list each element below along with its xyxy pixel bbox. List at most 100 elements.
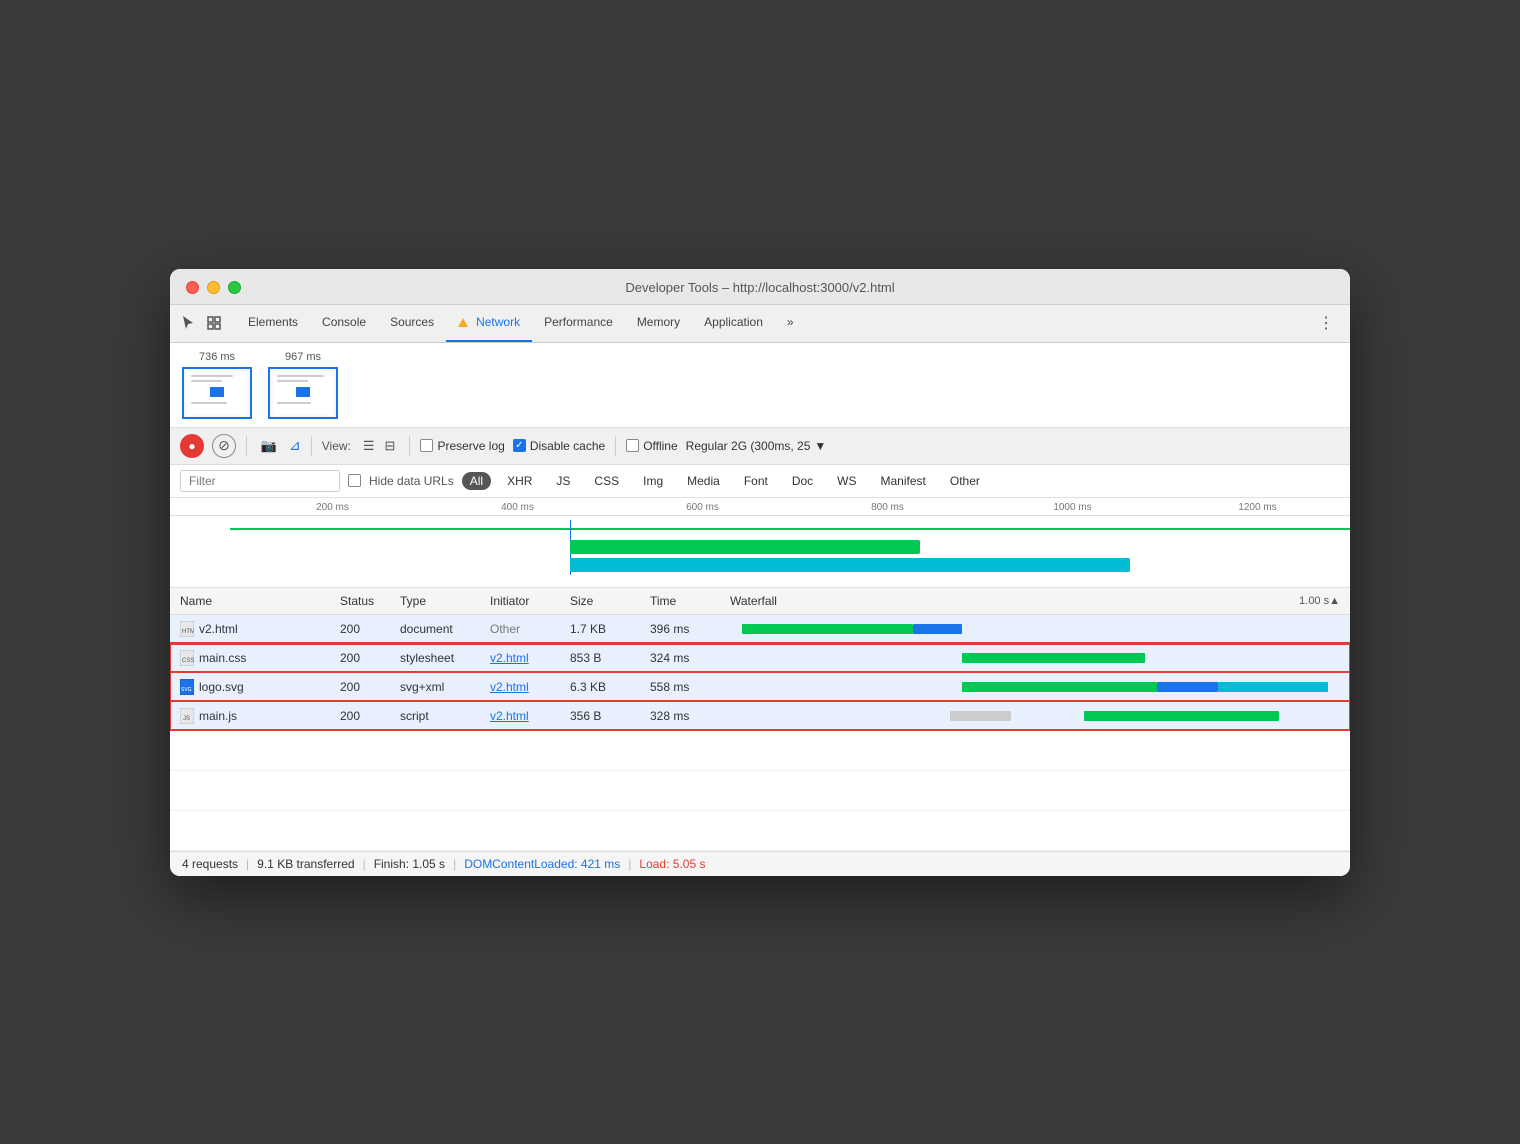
titlebar: Developer Tools – http://localhost:3000/…: [170, 269, 1350, 305]
filter-all-button[interactable]: All: [462, 472, 491, 490]
preserve-log-label[interactable]: Preserve log: [420, 439, 504, 453]
cell-status: 200: [330, 643, 390, 672]
cell-name: CSS main.css: [170, 643, 330, 672]
file-html-icon: HTML: [180, 621, 194, 637]
tl-green-bar: [570, 540, 920, 554]
cell-initiator: v2.html: [480, 643, 560, 672]
col-size[interactable]: Size: [560, 588, 640, 615]
hide-data-urls-checkbox[interactable]: [348, 474, 361, 487]
offline-checkbox[interactable]: [626, 439, 639, 452]
cell-size: 356 B: [560, 701, 640, 730]
tl-teal-bar: [570, 558, 1130, 572]
filter-media-button[interactable]: Media: [679, 472, 728, 490]
minimize-button[interactable]: [207, 281, 220, 294]
divider-1: [246, 436, 247, 456]
cursor-icon[interactable]: [178, 313, 198, 333]
disable-cache-label[interactable]: ✓ Disable cache: [513, 439, 605, 453]
screenshot-1[interactable]: 736 ms: [182, 351, 252, 419]
transferred-size: 9.1 KB transferred: [257, 857, 354, 871]
hide-data-urls-label: Hide data URLs: [369, 474, 454, 488]
record-button[interactable]: ●: [180, 434, 204, 458]
col-name[interactable]: Name: [170, 588, 330, 615]
camera-button[interactable]: 📷: [257, 434, 281, 458]
wf-green: [962, 682, 1157, 692]
devtools-tools: [178, 313, 228, 333]
wf-green: [742, 624, 913, 634]
svg-text:HTML: HTML: [182, 629, 194, 635]
col-waterfall[interactable]: Waterfall 1.00 s▲: [720, 588, 1350, 615]
tab-performance[interactable]: Performance: [532, 304, 625, 342]
divider-4: [615, 436, 616, 456]
col-time[interactable]: Time: [640, 588, 720, 615]
cell-type: document: [390, 614, 480, 643]
ruler-mark-800: 800 ms: [795, 502, 980, 513]
ruler-mark-400: 400 ms: [425, 502, 610, 513]
throttle-selector[interactable]: Regular 2G (300ms, 25 ▼: [686, 439, 827, 453]
screenshots-bar: 736 ms 967 ms: [170, 343, 1350, 428]
svg-text:JS: JS: [183, 716, 190, 722]
finish-time: Finish: 1.05 s: [374, 857, 445, 871]
list-view-icon[interactable]: ☰: [359, 436, 379, 456]
tab-elements[interactable]: Elements: [236, 304, 310, 342]
screenshot-2[interactable]: 967 ms: [268, 351, 338, 419]
tab-sources[interactable]: Sources: [378, 304, 446, 342]
cell-time: 328 ms: [640, 701, 720, 730]
table-row[interactable]: CSS main.css 200 stylesheet v2.html 853 …: [170, 643, 1350, 672]
filter-img-button[interactable]: Img: [635, 472, 671, 490]
timeline-chart: [170, 520, 1350, 575]
devtools-menu-button[interactable]: ⋮: [1310, 313, 1342, 333]
clear-button[interactable]: ⊘: [212, 434, 236, 458]
ruler-mark-200: 200 ms: [240, 502, 425, 513]
tab-application[interactable]: Application: [692, 304, 775, 342]
filter-ws-button[interactable]: WS: [829, 472, 864, 490]
close-button[interactable]: [186, 281, 199, 294]
filter-other-button[interactable]: Other: [942, 472, 988, 490]
timeline-ruler: 200 ms 400 ms 600 ms 800 ms 1000 ms 1200…: [170, 498, 1350, 516]
cell-size: 853 B: [560, 643, 640, 672]
tab-console[interactable]: Console: [310, 304, 378, 342]
col-status[interactable]: Status: [330, 588, 390, 615]
tab-more[interactable]: »: [775, 304, 806, 342]
filter-manifest-button[interactable]: Manifest: [873, 472, 934, 490]
table-row[interactable]: JS main.js 200 script v2.html 356 B 328 …: [170, 701, 1350, 730]
cell-status: 200: [330, 614, 390, 643]
filter-js-button[interactable]: JS: [548, 472, 578, 490]
filter-icon[interactable]: ⊿: [289, 437, 301, 454]
col-type[interactable]: Type: [390, 588, 480, 615]
maximize-button[interactable]: [228, 281, 241, 294]
filter-css-button[interactable]: CSS: [586, 472, 627, 490]
view-icons: ☰ ⊟: [359, 436, 400, 456]
cell-waterfall: [720, 672, 1350, 701]
view-label: View:: [322, 439, 351, 453]
group-view-icon[interactable]: ⊟: [381, 436, 400, 456]
filter-doc-button[interactable]: Doc: [784, 472, 821, 490]
tab-network[interactable]: Network: [446, 304, 532, 342]
screenshot-thumb-2[interactable]: [268, 367, 338, 419]
cell-waterfall: [720, 643, 1350, 672]
table-row[interactable]: SVG logo.svg 200 svg+xml v2.html 6.3 KB …: [170, 672, 1350, 701]
cell-time: 558 ms: [640, 672, 720, 701]
filter-input[interactable]: [180, 470, 340, 492]
screenshot-thumb-1[interactable]: [182, 367, 252, 419]
filter-xhr-button[interactable]: XHR: [499, 472, 540, 490]
cell-status: 200: [330, 672, 390, 701]
table-row[interactable]: HTML v2.html 200 document Other 1.7 KB 3…: [170, 614, 1350, 643]
offline-label[interactable]: Offline: [626, 439, 677, 453]
network-table-container: Name Status Type Initiator Size Time Wat…: [170, 588, 1350, 851]
inspect-icon[interactable]: [204, 313, 224, 333]
wf-teal: [1218, 682, 1328, 692]
cell-time: 396 ms: [640, 614, 720, 643]
network-table: Name Status Type Initiator Size Time Wat…: [170, 588, 1350, 851]
disable-cache-checkbox[interactable]: ✓: [513, 439, 526, 452]
file-js-icon: JS: [180, 708, 194, 724]
divider-3: [409, 436, 410, 456]
svg-text:SVG: SVG: [181, 687, 192, 693]
tl-green-line: [230, 528, 1350, 530]
filter-font-button[interactable]: Font: [736, 472, 776, 490]
preserve-log-checkbox[interactable]: [420, 439, 433, 452]
col-initiator[interactable]: Initiator: [480, 588, 560, 615]
cell-initiator: Other: [480, 614, 560, 643]
ruler-mark-600: 600 ms: [610, 502, 795, 513]
tab-memory[interactable]: Memory: [625, 304, 692, 342]
network-table-body: HTML v2.html 200 document Other 1.7 KB 3…: [170, 614, 1350, 850]
